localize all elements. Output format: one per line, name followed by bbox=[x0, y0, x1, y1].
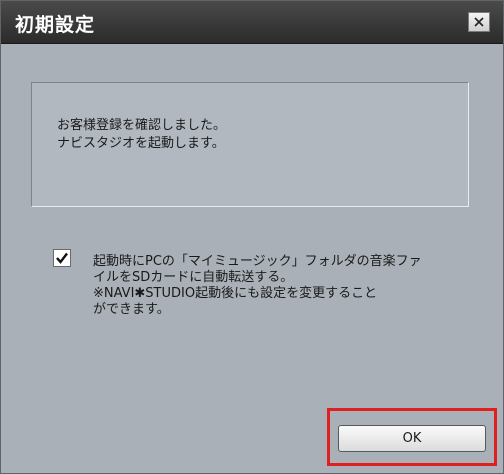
message-line-1: お客様登録を確認しました。 bbox=[57, 118, 227, 133]
ok-button[interactable]: OK bbox=[338, 425, 486, 452]
auto-transfer-checkbox[interactable] bbox=[53, 249, 71, 267]
close-button[interactable] bbox=[468, 12, 490, 32]
title-bar: 初期設定 bbox=[1, 1, 503, 44]
option-note-line-2: ができます。 bbox=[93, 302, 170, 317]
initial-settings-dialog: 初期設定 お客様登録を確認しました。 ナビスタジオを起動します。 起動時にPCの… bbox=[0, 0, 504, 474]
message-line-2: ナビスタジオを起動します。 bbox=[57, 136, 225, 151]
close-icon bbox=[474, 17, 484, 27]
dialog-title: 初期設定 bbox=[15, 14, 96, 36]
checkmark-icon bbox=[56, 252, 68, 264]
